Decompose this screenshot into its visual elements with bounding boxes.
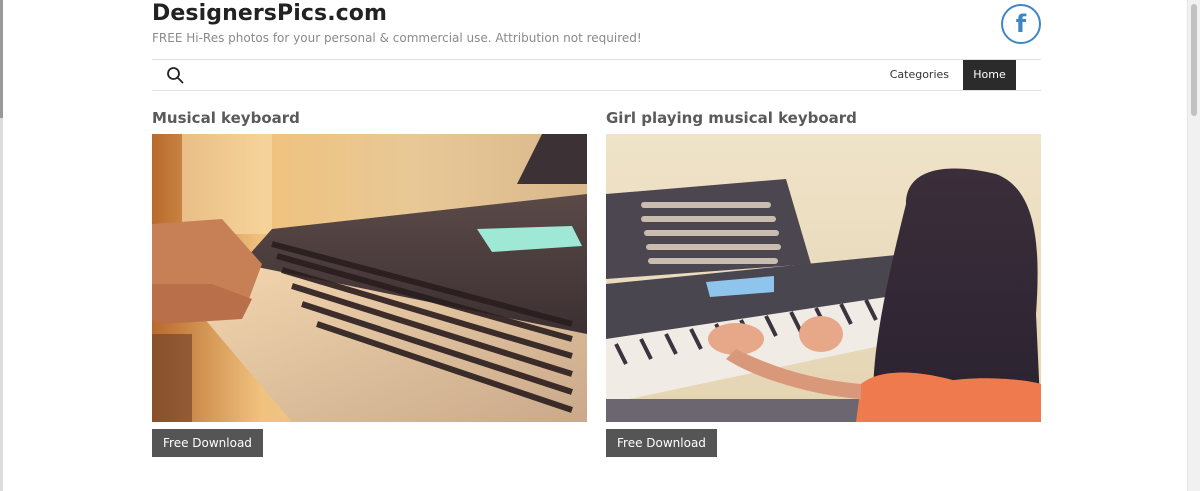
photo-girl-playing-keyboard[interactable] <box>606 134 1041 422</box>
site-tagline: FREE Hi-Res photos for your personal & c… <box>152 31 642 45</box>
main-navbar: Categories Home <box>152 59 1041 91</box>
vertical-scrollbar[interactable] <box>1187 0 1200 491</box>
nav-item-home[interactable]: Home <box>963 60 1016 90</box>
nav-item-categories[interactable]: Categories <box>890 60 949 90</box>
keyboard-photo-image <box>152 134 587 422</box>
girl-keyboard-photo-image <box>606 134 1041 422</box>
scrollbar-thumb[interactable] <box>1191 4 1197 116</box>
site-title[interactable]: DesignersPics.com <box>152 1 387 26</box>
window-edge <box>0 0 3 491</box>
post-title[interactable]: Girl playing musical keyboard <box>606 109 857 127</box>
search-icon[interactable] <box>166 66 184 84</box>
page: DesignersPics.com FREE Hi-Res photos for… <box>0 0 1200 491</box>
free-download-button[interactable]: Free Download <box>152 429 263 457</box>
facebook-icon[interactable]: f <box>1001 4 1041 44</box>
photo-musical-keyboard[interactable] <box>152 134 587 422</box>
free-download-button[interactable]: Free Download <box>606 429 717 457</box>
post-title[interactable]: Musical keyboard <box>152 109 300 127</box>
